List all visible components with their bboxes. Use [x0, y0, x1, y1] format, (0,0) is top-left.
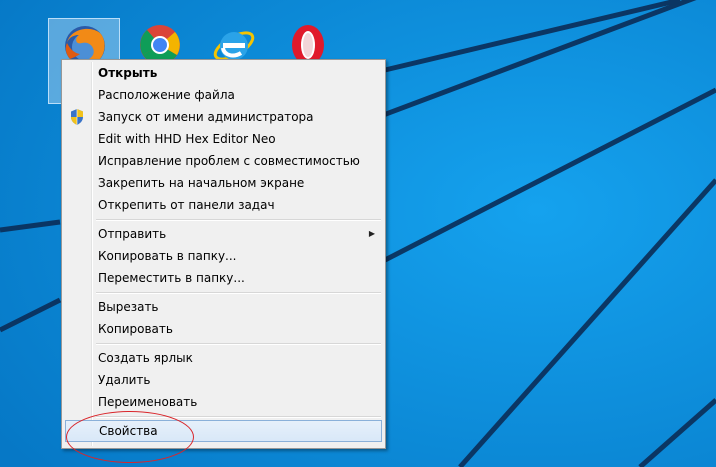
menu-item-hex-editor[interactable]: Edit with HHD Hex Editor Neo: [64, 128, 383, 150]
menu-item-unpin-from-taskbar[interactable]: Открепить от панели задач: [64, 194, 383, 216]
menu-item-label: Запуск от имени администратора: [98, 110, 314, 124]
menu-separator: [64, 216, 383, 223]
menu-item-properties[interactable]: Свойства: [65, 420, 382, 442]
submenu-arrow-icon: ▶: [368, 229, 375, 238]
desktop: Открыть Расположение файла Запуск от име…: [0, 0, 716, 467]
menu-separator: [64, 413, 383, 420]
menu-item-pin-to-start[interactable]: Закрепить на начальном экране: [64, 172, 383, 194]
menu-item-label: Отправить: [98, 227, 167, 241]
context-menu: Открыть Расположение файла Запуск от име…: [61, 59, 386, 449]
menu-item-troubleshoot-compatibility[interactable]: Исправление проблем с совместимостью: [64, 150, 383, 172]
menu-item-copy-to-folder[interactable]: Копировать в папку...: [64, 245, 383, 267]
menu-item-run-as-admin[interactable]: Запуск от имени администратора: [64, 106, 383, 128]
menu-separator: [64, 289, 383, 296]
menu-separator: [64, 340, 383, 347]
menu-item-cut[interactable]: Вырезать: [64, 296, 383, 318]
menu-item-create-shortcut[interactable]: Создать ярлык: [64, 347, 383, 369]
menu-item-delete[interactable]: Удалить: [64, 369, 383, 391]
menu-item-copy[interactable]: Копировать: [64, 318, 383, 340]
menu-item-move-to-folder[interactable]: Переместить в папку...: [64, 267, 383, 289]
menu-item-rename[interactable]: Переименовать: [64, 391, 383, 413]
menu-item-send-to[interactable]: Отправить ▶: [64, 223, 383, 245]
menu-item-open[interactable]: Открыть: [64, 62, 383, 84]
uac-shield-icon: [71, 109, 83, 125]
menu-item-file-location[interactable]: Расположение файла: [64, 84, 383, 106]
